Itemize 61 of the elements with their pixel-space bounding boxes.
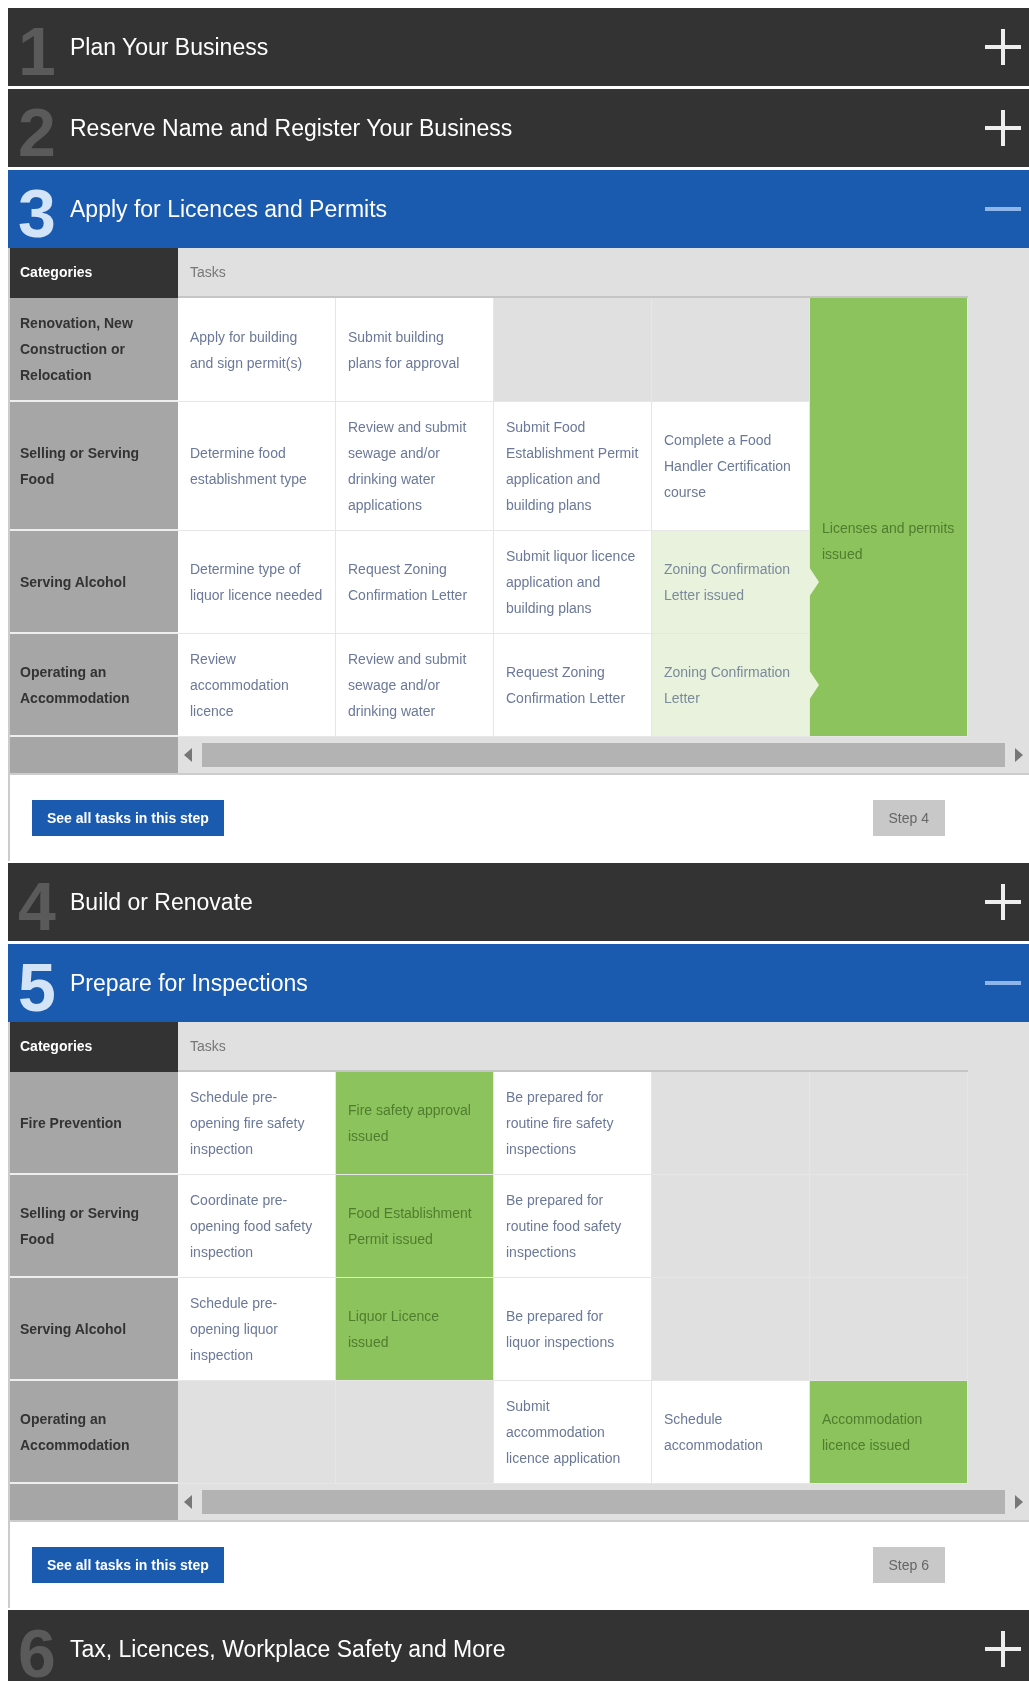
task-cell: Apply for building and sign permit(s) xyxy=(178,298,336,402)
scroll-left-icon[interactable] xyxy=(184,748,192,762)
issued-cell: Licenses and permits issued xyxy=(810,298,968,737)
step-title: Apply for Licences and Permits xyxy=(70,195,389,223)
category-cell: Renovation, New Construction or Relocation xyxy=(10,298,178,402)
task-cell: Coordinate pre-opening food safety inspection xyxy=(178,1175,336,1278)
task-cell: Be prepared for liquor inspections xyxy=(494,1278,652,1381)
task-cell: Determine type of liquor licence needed xyxy=(178,531,336,634)
step-number: 3 xyxy=(17,179,57,247)
task-cell: Schedule pre-opening liquor inspection xyxy=(178,1278,336,1381)
task-cell: Schedule accommodation xyxy=(652,1381,810,1484)
column-header: Categories xyxy=(10,248,178,298)
task-cell: Determine food establishment type xyxy=(178,402,336,531)
task-cell: Submit accommodation licence application xyxy=(494,1381,652,1484)
step-number: 5 xyxy=(17,953,57,1021)
scrollbar[interactable] xyxy=(178,737,1029,773)
issued-cell: Liquor Licence issued xyxy=(336,1278,494,1381)
expand-icon[interactable] xyxy=(985,1631,1021,1667)
category-cell: Operating an Accommodation xyxy=(10,1381,178,1484)
issued-cell: Accommodation licence issued xyxy=(810,1381,968,1484)
task-cell: Schedule pre-opening fire safety inspection xyxy=(178,1072,336,1175)
task-cell: Review and submit sewage and/or drinking water xyxy=(336,634,494,737)
expand-icon[interactable] xyxy=(985,884,1021,920)
scrollbar[interactable] xyxy=(178,1484,1029,1520)
category-cell: Serving Alcohol xyxy=(10,1278,178,1381)
step-title: Build or Renovate xyxy=(70,888,254,916)
task-cell: Complete a Food Handler Certification course xyxy=(652,402,810,531)
task-cell: Be prepared for routine food safety inspections xyxy=(494,1175,652,1278)
expand-icon[interactable] xyxy=(985,110,1021,146)
category-cell: Operating an Accommodation xyxy=(10,634,178,737)
scroll-right-icon[interactable] xyxy=(1015,748,1023,762)
task-cell: Request Zoning Confirmation Letter xyxy=(494,634,652,737)
category-cell: Selling or Serving Food xyxy=(10,402,178,531)
step-title: Plan Your Business xyxy=(70,33,270,61)
task-cell: Request Zoning Confirmation Letter xyxy=(336,531,494,634)
chevron-icon xyxy=(809,567,819,597)
see-all-tasks-button[interactable]: See all tasks in this step xyxy=(32,1547,224,1583)
task-cell: Submit Food Establishment Permit application and building plans xyxy=(494,402,652,531)
category-cell: Serving Alcohol xyxy=(10,531,178,634)
step-title: Reserve Name and Register Your Business xyxy=(70,114,514,142)
scroll-right-icon[interactable] xyxy=(1015,1495,1023,1509)
next-step-button[interactable]: Step 4 xyxy=(872,800,945,836)
task-cell: Review accommodation licence xyxy=(178,634,336,737)
category-cell: Fire Prevention xyxy=(10,1072,178,1175)
column-header: Categories xyxy=(10,1022,178,1072)
scroll-left-icon[interactable] xyxy=(184,1495,192,1509)
issued-cell: Food Establishment Permit issued xyxy=(336,1175,494,1278)
task-cell: Be prepared for routine fire safety inspections xyxy=(494,1072,652,1175)
issued-cell: Fire safety approval issued xyxy=(336,1072,494,1175)
step-title: Tax, Licences, Workplace Safety and More xyxy=(70,1635,507,1663)
step-header[interactable]: 5 Prepare for Inspections xyxy=(8,944,1029,1022)
task-cell: Submit building plans for approval xyxy=(336,298,494,402)
task-cell: Review and submit sewage and/or drinking water applications xyxy=(336,402,494,531)
expand-icon[interactable] xyxy=(985,29,1021,65)
step-header[interactable]: 3 Apply for Licences and Permits xyxy=(8,170,1029,248)
step-title: Prepare for Inspections xyxy=(70,969,309,997)
chevron-icon xyxy=(809,670,819,700)
category-cell: Selling or Serving Food xyxy=(10,1175,178,1278)
task-cell: Submit liquor licence application and building plans xyxy=(494,531,652,634)
see-all-tasks-button[interactable]: See all tasks in this step xyxy=(32,800,224,836)
next-step-button[interactable]: Step 6 xyxy=(872,1547,945,1583)
